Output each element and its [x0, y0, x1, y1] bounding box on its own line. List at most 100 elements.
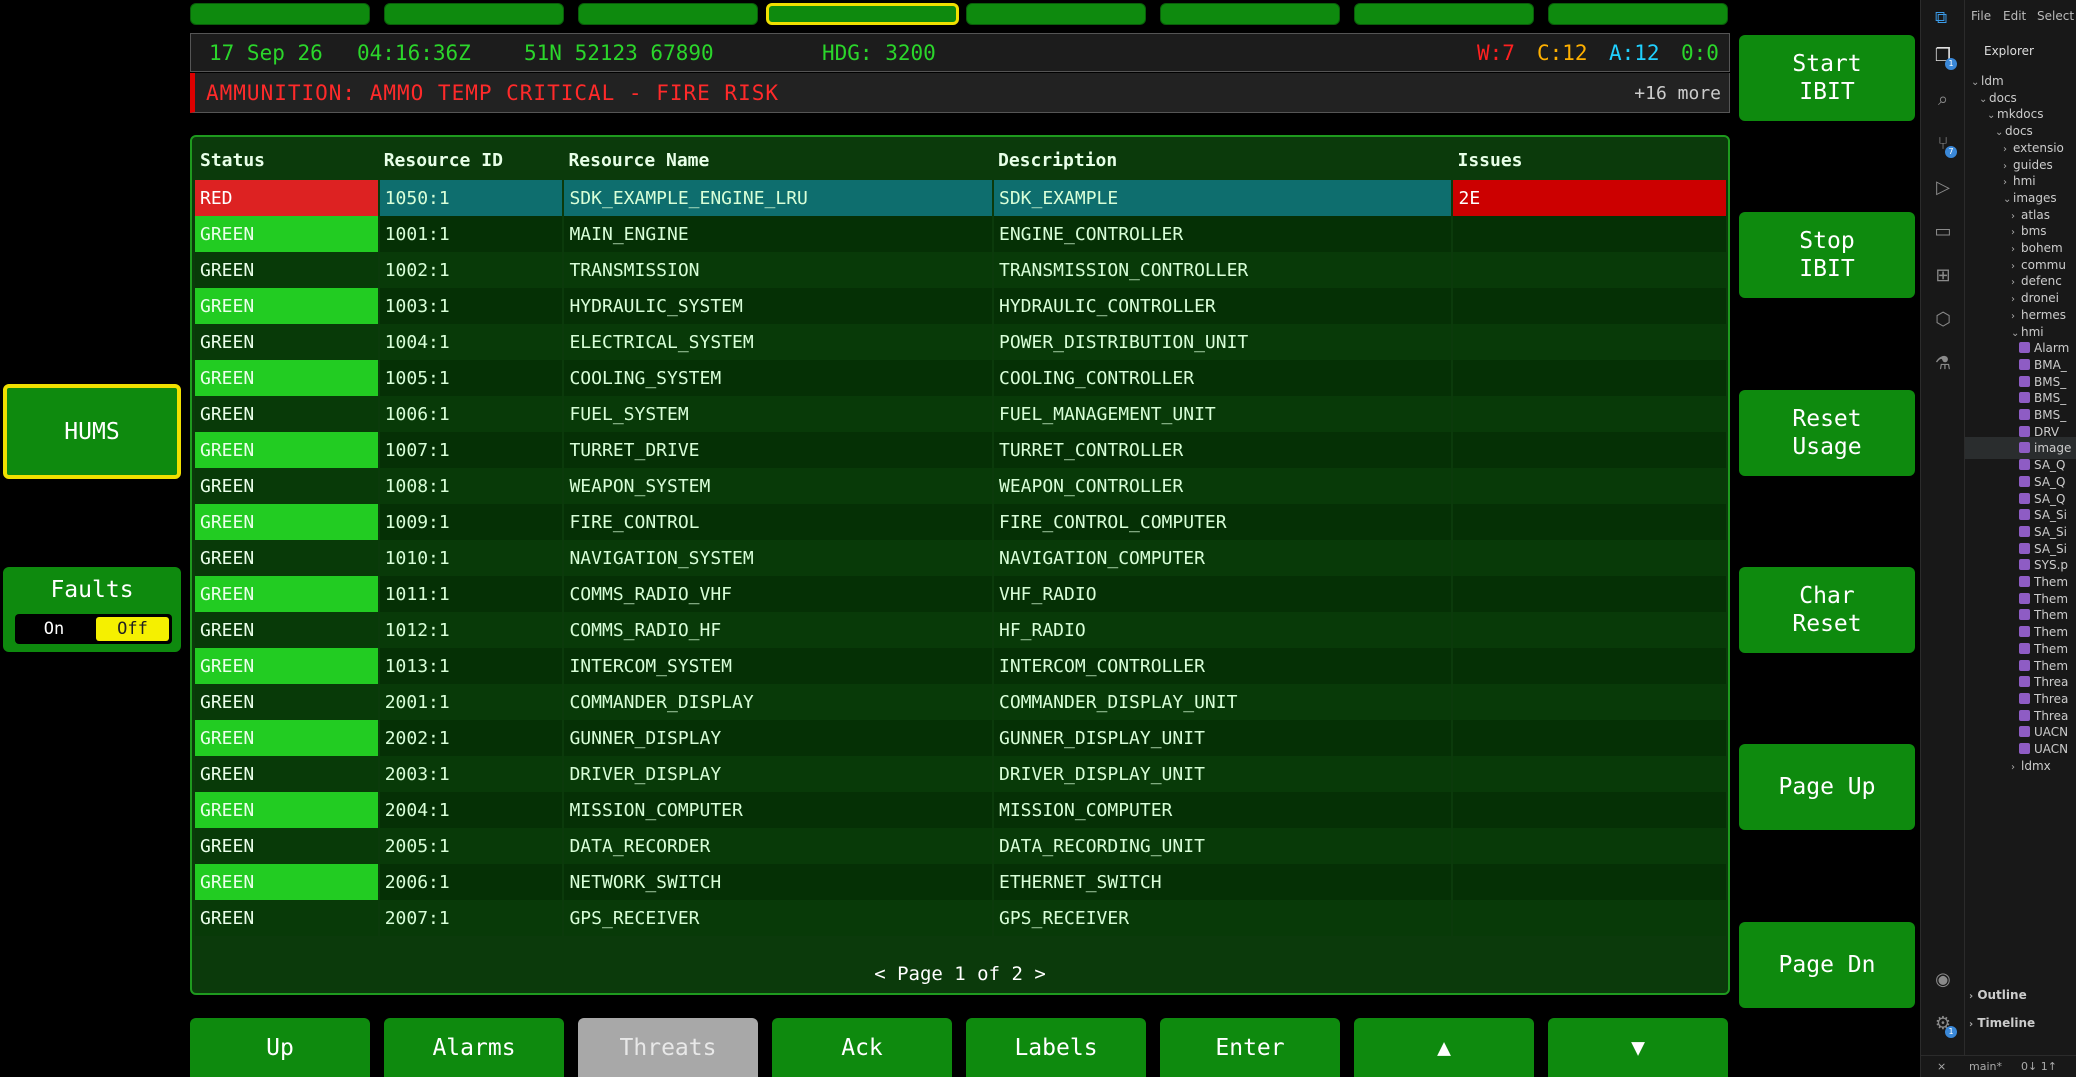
top-tab-1[interactable] [190, 3, 370, 25]
cell-status: GREEN [195, 360, 380, 396]
cell-resource-id: 1005:1 [378, 360, 565, 396]
alarm-more-count[interactable]: +16 more [1634, 83, 1721, 104]
account-icon[interactable]: ◉ [1933, 970, 1953, 990]
settings-gear-icon[interactable]: ⚙ 1 [1933, 1014, 1957, 1038]
cell-resource-name: COMMANDER_DISPLAY [563, 684, 994, 720]
cell-resource-id: 1004:1 [378, 324, 565, 360]
menu-select[interactable]: Select [2037, 9, 2074, 23]
faults-on-option[interactable]: On [15, 614, 93, 644]
cell-issues [1452, 252, 1728, 288]
faults-toggle[interactable]: On Off [15, 614, 172, 644]
menu-file[interactable]: File [1971, 9, 1991, 23]
table-row[interactable]: GREEN 1004:1 ELECTRICAL_SYSTEM POWER_DISTRI… [195, 324, 1728, 360]
testing-icon[interactable]: ⚗ [1933, 354, 1953, 374]
table-row[interactable]: GREEN 1009:1 FIRE_CONTROL FIRE_CONTROL_COMP… [195, 504, 1728, 540]
timeline-label: Timeline [1977, 1016, 2036, 1030]
cell-status: GREEN [195, 720, 380, 756]
cell-issues [1452, 684, 1728, 720]
cell-resource-name: COMMS_RADIO_VHF [563, 576, 994, 612]
cell-status: GREEN [195, 792, 380, 828]
table-row[interactable]: GREEN 1012:1 COMMS_RADIO_HF HF_RADIO [195, 612, 1728, 648]
cell-status: GREEN [195, 504, 380, 540]
page-indicator[interactable]: < Page 1 of 2 > [192, 963, 1728, 985]
up-button[interactable]: Up [190, 1018, 370, 1077]
cell-description: ENGINE_CONTROLLER [993, 216, 1454, 252]
table-row[interactable]: GREEN 1010:1 NAVIGATION_SYSTEM NAVIGATION_C… [195, 540, 1728, 576]
enter-button[interactable]: Enter [1160, 1018, 1340, 1077]
cell-resource-name: FUEL_SYSTEM [563, 396, 994, 432]
arrow-down-button[interactable]: ▼ [1548, 1018, 1728, 1077]
cell-status: GREEN [195, 540, 380, 576]
table-row[interactable]: GREEN 2003:1 DRIVER_DISPLAY DRIVER_DISPLAY_… [195, 756, 1728, 792]
extensions-icon[interactable]: ⊞ [1933, 266, 1953, 286]
cell-resource-id: 2005:1 [378, 828, 565, 864]
reset-usage-button[interactable]: Reset Usage [1739, 390, 1915, 476]
explorer-icon[interactable]: ❐ 1 [1933, 46, 1957, 70]
image-file-icon [2019, 726, 2030, 738]
labels-button[interactable]: Labels [966, 1018, 1146, 1077]
table-row[interactable]: GREEN 2005:1 DATA_RECORDER DATA_RECORDING_U… [195, 828, 1728, 864]
table-row[interactable]: GREEN 2007:1 GPS_RECEIVER GPS_RECEIVER [195, 900, 1728, 936]
table-row[interactable]: GREEN 1001:1 MAIN_ENGINE ENGINE_CONTROLLER [195, 216, 1728, 252]
table-row[interactable]: GREEN 1011:1 COMMS_RADIO_VHF VHF_RADIO [195, 576, 1728, 612]
alarm-banner[interactable]: AMMUNITION: AMMO TEMP CRITICAL - FIRE RI… [190, 73, 1730, 113]
table-row[interactable]: GREEN 1002:1 TRANSMISSION TRANSMISSION_CONT… [195, 252, 1728, 288]
timeline-section[interactable]: › Timeline [1965, 1016, 2076, 1030]
cell-resource-id: 2002:1 [378, 720, 565, 756]
alarms-button[interactable]: Alarms [384, 1018, 564, 1077]
package-icon[interactable]: ⬡ [1933, 310, 1953, 330]
git-sync-status[interactable]: 0↓ 1↑ [2021, 1060, 2057, 1073]
source-control-icon[interactable]: ⑂ 7 [1933, 134, 1957, 158]
cell-resource-id: 1013:1 [378, 648, 565, 684]
cell-resource-name: TURRET_DRIVE [563, 432, 994, 468]
table-row[interactable]: GREEN 1003:1 HYDRAULIC_SYSTEM HYDRAULIC_CON… [195, 288, 1728, 324]
cell-description: HYDRAULIC_CONTROLLER [993, 288, 1454, 324]
table-row[interactable]: GREEN 1007:1 TURRET_DRIVE TURRET_CONTROLLER [195, 432, 1728, 468]
table-row[interactable]: GREEN 1013:1 INTERCOM_SYSTEM INTERCOM_CONTR… [195, 648, 1728, 684]
menu-edit[interactable]: Edit [2003, 9, 2026, 23]
top-tab-7[interactable] [1354, 3, 1534, 25]
remote-explorer-icon[interactable]: ▭ [1933, 222, 1953, 242]
top-tab-8[interactable] [1548, 3, 1728, 25]
cell-description: ETHERNET_SWITCH [993, 864, 1454, 900]
image-file-icon [2019, 642, 2030, 654]
run-debug-icon[interactable]: ▷ [1933, 178, 1953, 198]
outline-section[interactable]: › Outline [1965, 988, 2076, 1002]
top-tab-5[interactable] [966, 3, 1146, 25]
search-icon[interactable]: ⌕ [1933, 90, 1953, 110]
table-row[interactable]: RED 1050:1 SDK_EXAMPLE_ENGINE_LRU SDK_EXAMP… [195, 180, 1728, 216]
table-row[interactable]: GREEN 2001:1 COMMANDER_DISPLAY COMMANDER_DI… [195, 684, 1728, 720]
table-row[interactable]: GREEN 2004:1 MISSION_COMPUTER MISSION_COMPU… [195, 792, 1728, 828]
table-row[interactable]: GREEN 2002:1 GUNNER_DISPLAY GUNNER_DISPLAY_… [195, 720, 1728, 756]
cell-description: COMMANDER_DISPLAY_UNIT [993, 684, 1454, 720]
tree-folder-item[interactable]: › ldmx [1965, 755, 2076, 777]
cell-status: GREEN [195, 324, 380, 360]
table-row[interactable]: GREEN 2006:1 NETWORK_SWITCH ETHERNET_SWITCH [195, 864, 1728, 900]
table-row[interactable]: GREEN 1005:1 COOLING_SYSTEM COOLING_CONTROL… [195, 360, 1728, 396]
cell-description: WEAPON_CONTROLLER [993, 468, 1454, 504]
hums-button[interactable]: HUMS [3, 384, 181, 479]
git-branch[interactable]: main* [1969, 1060, 2002, 1073]
remote-icon[interactable]: ⨯ [1937, 1060, 1946, 1073]
cell-issues [1452, 216, 1728, 252]
page-up-button[interactable]: Page Up [1739, 744, 1915, 830]
alarm-text: AMMUNITION: AMMO TEMP CRITICAL - FIRE RI… [206, 81, 780, 105]
top-tab-6[interactable] [1160, 3, 1340, 25]
table-header-row: Status Resource ID Resource Name Descrip… [195, 140, 1727, 180]
faults-off-option[interactable]: Off [96, 617, 169, 641]
ack-button[interactable]: Ack [772, 1018, 952, 1077]
start-ibit-button[interactable]: Start IBIT [1739, 35, 1915, 121]
top-tab-2[interactable] [384, 3, 564, 25]
arrow-up-button[interactable]: ▲ [1354, 1018, 1534, 1077]
cell-resource-id: 1002:1 [378, 252, 565, 288]
top-tab-4-selected[interactable] [766, 3, 959, 25]
cell-status: GREEN [195, 684, 380, 720]
cell-description: DRIVER_DISPLAY_UNIT [993, 756, 1454, 792]
table-row[interactable]: GREEN 1006:1 FUEL_SYSTEM FUEL_MANAGEMENT_UN… [195, 396, 1728, 432]
top-tab-3[interactable] [578, 3, 758, 25]
table-row[interactable]: GREEN 1008:1 WEAPON_SYSTEM WEAPON_CONTROLLE… [195, 468, 1728, 504]
stop-ibit-button[interactable]: Stop IBIT [1739, 212, 1915, 298]
page-down-button[interactable]: Page Dn [1739, 922, 1915, 1008]
char-reset-button[interactable]: Char Reset [1739, 567, 1915, 653]
threats-button[interactable]: Threats [578, 1018, 758, 1077]
